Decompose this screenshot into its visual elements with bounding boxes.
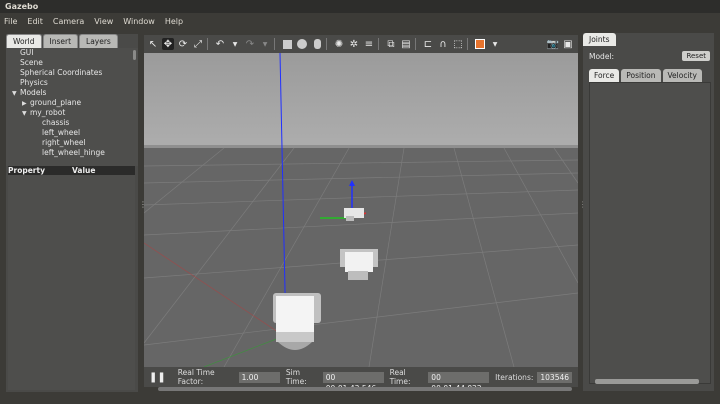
menu-view[interactable]: View	[94, 17, 113, 26]
scene-render	[144, 53, 578, 367]
real-time-value: 00 00:01:44.022	[428, 371, 490, 393]
iterations-label: Iterations:	[495, 372, 534, 382]
align-icon[interactable]: ⊏	[422, 38, 434, 50]
tree-item-left-wheel[interactable]: left_wheel	[6, 128, 138, 138]
joint-panel-scrollbar[interactable]	[595, 379, 699, 384]
scene-toolbar: ↖ ✥ ⟳ ⤢ ↶ ▼ ↷ ▼ ✺ ✲ ≡ ⧉ ▤ ⊏ ∩ ⬚ ▼ 📷 ▣	[144, 35, 578, 53]
right-panel: Joints Model: Reset Force Position Veloc…	[583, 33, 714, 391]
tab-layers[interactable]: Layers	[79, 34, 118, 48]
translate-mode-icon[interactable]: ✥	[162, 38, 174, 50]
left-panel: World Insert Layers GUI Scene Spherical …	[6, 34, 138, 392]
tree-item-gui[interactable]: GUI	[6, 48, 138, 58]
tab-joints[interactable]: Joints	[583, 33, 616, 46]
property-table	[8, 175, 135, 390]
right-tabs: Joints	[583, 33, 714, 47]
tree-item-ground-plane[interactable]: ▶ ground_plane	[6, 98, 138, 108]
tree-item-my-robot[interactable]: ▼ my_robot	[6, 108, 138, 118]
tab-velocity[interactable]: Velocity	[662, 69, 702, 82]
tree-item-right-wheel[interactable]: right_wheel	[6, 138, 138, 148]
window-title: Gazebo	[0, 0, 720, 13]
expanded-arrow-icon[interactable]: ▼	[12, 89, 20, 99]
bottom-scrollbar[interactable]	[158, 387, 572, 391]
real-time-factor-label: Real Time Factor:	[177, 368, 215, 386]
expanded-arrow-icon[interactable]: ▼	[22, 109, 30, 119]
view-angle-icon[interactable]: ⬚	[452, 38, 464, 50]
undo-icon[interactable]: ↶	[214, 38, 226, 50]
value-column-header: Value	[72, 166, 96, 175]
pause-icon[interactable]: ❚❚	[149, 372, 166, 383]
tree-item-left-wheel-hinge[interactable]: left_wheel_hinge	[6, 148, 138, 158]
sphere-shape-icon[interactable]	[296, 38, 308, 50]
tree-item-physics[interactable]: Physics	[6, 78, 138, 88]
menu-help[interactable]: Help	[165, 17, 183, 26]
reset-button[interactable]: Reset	[682, 51, 710, 61]
redo-icon[interactable]: ↷	[244, 38, 256, 50]
right-splitter-handle[interactable]: ⋮	[579, 200, 587, 210]
copy-icon[interactable]: ⧉	[385, 38, 397, 50]
sim-time-value: 00 00:01:43.546	[322, 371, 384, 393]
robot-model-near[interactable]	[273, 293, 321, 350]
joint-force-panel	[589, 82, 711, 384]
menu-camera[interactable]: Camera	[53, 17, 84, 26]
view-angle-dropdown-icon[interactable]	[474, 38, 486, 50]
select-mode-icon[interactable]: ↖	[147, 38, 159, 50]
status-bar: ❚❚ Real Time Factor: 1.00 Sim Time: 00 0…	[144, 367, 578, 393]
tree-scrollbar[interactable]	[133, 50, 136, 60]
sim-time-label: Sim Time:	[285, 368, 307, 386]
tree-item-spherical-coordinates[interactable]: Spherical Coordinates	[6, 68, 138, 78]
magnet-snap-icon[interactable]: ∩	[437, 38, 449, 50]
scene-viewport[interactable]	[144, 53, 578, 367]
tab-position[interactable]: Position	[621, 69, 661, 82]
real-time-factor-value: 1.00	[238, 371, 280, 383]
model-label: Model:	[589, 52, 615, 61]
view-dropdown-arrow-icon[interactable]: ▼	[489, 38, 501, 50]
paste-icon[interactable]: ▤	[400, 38, 412, 50]
tab-force[interactable]: Force	[589, 69, 620, 82]
point-light-icon[interactable]: ✺	[333, 38, 345, 50]
tree-item-models[interactable]: ▼ Models	[6, 88, 138, 98]
joint-subtabs: Force Position Velocity	[589, 69, 704, 82]
world-tree: GUI Scene Spherical Coordinates Physics …	[6, 48, 138, 166]
screenshot-camera-icon[interactable]: 📷	[547, 38, 559, 50]
menu-window[interactable]: Window	[123, 17, 155, 26]
menu-file[interactable]: File	[4, 17, 17, 26]
box-shape-icon[interactable]	[281, 38, 293, 50]
property-header: Property Value	[8, 166, 135, 175]
real-time-label: Real Time:	[389, 368, 411, 386]
tree-item-chassis[interactable]: chassis	[6, 118, 138, 128]
left-tabs: World Insert Layers	[6, 34, 138, 48]
directional-light-icon[interactable]: ≡	[363, 38, 375, 50]
tree-item-scene[interactable]: Scene	[6, 58, 138, 68]
property-column-header: Property	[8, 166, 45, 175]
tab-insert[interactable]: Insert	[42, 34, 79, 48]
tab-world[interactable]: World	[6, 34, 42, 48]
spot-light-icon[interactable]: ✲	[348, 38, 360, 50]
scale-mode-icon[interactable]: ⤢	[192, 38, 204, 50]
record-log-icon[interactable]: ▣	[562, 38, 574, 50]
iterations-value: 103546	[537, 371, 573, 383]
menu-edit[interactable]: Edit	[27, 17, 43, 26]
menu-bar: File Edit Camera View Window Help	[0, 13, 720, 29]
rotate-mode-icon[interactable]: ⟳	[177, 38, 189, 50]
undo-history-icon[interactable]: ▼	[229, 38, 241, 50]
cylinder-shape-icon[interactable]	[311, 38, 323, 50]
left-splitter-handle[interactable]: ⋮	[139, 200, 147, 210]
redo-history-icon[interactable]: ▼	[259, 38, 271, 50]
